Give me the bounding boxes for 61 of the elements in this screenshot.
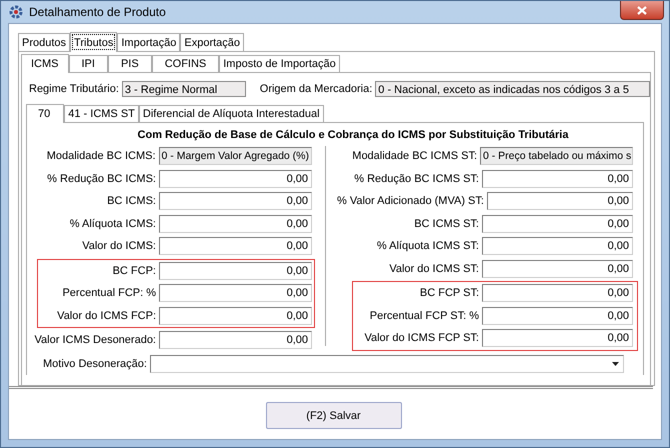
input-field[interactable]: 0,00 [482, 214, 633, 233]
field-label: % Alíquota ICMS: [70, 218, 156, 230]
field-label: % Valor Adicionado (MVA) ST: [337, 195, 484, 208]
dropdown-arrow-icon [612, 362, 619, 366]
field-label: % Redução BC ICMS ST: [354, 172, 479, 185]
close-icon [637, 6, 647, 14]
input-field[interactable]: 0,00 [159, 170, 312, 188]
motivo-dropdown[interactable] [150, 354, 624, 373]
input-field[interactable]: 0,00 [482, 284, 633, 302]
tab[interactable]: COFINS [152, 55, 220, 72]
tab[interactable]: ICMS [21, 54, 68, 73]
tab[interactable]: Tributos [70, 32, 118, 52]
field-label: Valor ICMS Desonerado: [34, 334, 156, 346]
field-label: Valor do ICMS ST: [389, 262, 479, 275]
tab[interactable]: Importação [117, 33, 180, 51]
field-label: BC ICMS ST: [414, 218, 479, 230]
input-field[interactable]: 0,00 [159, 262, 312, 280]
tab[interactable]: 70 [26, 104, 64, 123]
field-label: Motivo Desoneração: [43, 358, 147, 370]
save-button[interactable]: (F2) Salvar [266, 402, 402, 429]
input-field[interactable]: 0,00 [482, 329, 633, 348]
section-title: Com Redução de Base de Cálculo e Cobrança do ICMS por Substituição Tributária [136, 129, 570, 141]
input-field[interactable]: 0,00 [159, 214, 312, 233]
field-label: BC ICMS: [107, 195, 156, 208]
input-field[interactable]: 0,00 [159, 192, 312, 210]
field-label: Percentual FCP ST: % [370, 310, 479, 322]
field-label: Valor do ICMS FCP: [57, 310, 156, 322]
tab[interactable]: PIS [108, 55, 152, 72]
field-label: Origem da Mercadoria: [260, 83, 372, 95]
tab[interactable]: Imposto de Importação [219, 55, 340, 72]
input-field[interactable]: 0,00 [482, 306, 633, 325]
regime-field[interactable]: 3 - Regime Normal [122, 81, 246, 97]
tab[interactable]: Produtos [18, 33, 70, 51]
close-button[interactable] [620, 1, 664, 20]
input-field[interactable]: 0 - Preço tabelado ou máximo s [480, 147, 633, 166]
tab[interactable]: Diferencial de Alíquota Interestadual [138, 105, 324, 122]
tab[interactable]: 41 - ICMS ST [64, 105, 139, 122]
field-label: % Alíquota ICMS ST: [376, 240, 479, 252]
input-field[interactable]: 0,00 [482, 237, 633, 256]
field-label: BC FCP: [112, 264, 156, 277]
origem-field[interactable]: 0 - Nacional, exceto as indicadas nos códigos 3 a 5 [375, 81, 650, 97]
gear-icon [9, 5, 23, 19]
input-field[interactable]: 0,00 [482, 170, 633, 188]
field-label: Percentual FCP: % [62, 287, 156, 300]
input-field[interactable]: 0,00 [159, 306, 312, 325]
field-label: Modalidade BC ICMS ST: [352, 150, 477, 162]
field-label: Regime Tributário: [29, 83, 119, 95]
input-field[interactable]: 0,00 [482, 260, 633, 278]
input-field[interactable]: 0,00 [159, 284, 312, 302]
field-label: Valor do ICMS FCP ST: [364, 332, 479, 344]
tab[interactable]: IPI [68, 55, 108, 72]
field-label: Modalidade BC ICMS: [46, 150, 156, 162]
field-label: % Redução BC ICMS: [47, 172, 156, 185]
tab[interactable]: Exportação [180, 33, 244, 51]
input-field[interactable]: 0,00 [486, 192, 633, 210]
window-title: Detalhamento de Produto [29, 5, 166, 19]
input-field[interactable]: 0,00 [159, 331, 312, 350]
field-label: Valor do ICMS: [82, 240, 156, 252]
field-label: BC FCP ST: [420, 287, 479, 300]
input-field[interactable]: 0 - Margem Valor Agregado (%) [158, 147, 312, 166]
input-field[interactable]: 0,00 [159, 237, 312, 256]
